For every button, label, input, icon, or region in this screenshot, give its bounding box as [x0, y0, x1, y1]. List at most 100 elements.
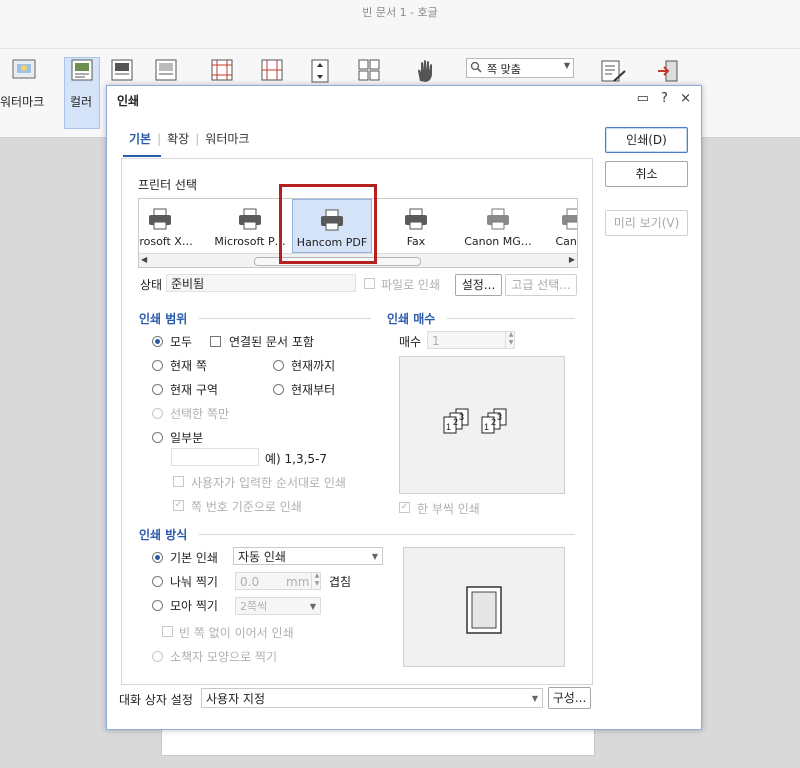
print-dialog: 인쇄 ▭ ? × 기본 | 확장 | 워터마크 인쇄(D) 취소 미리 보기(V) 프린… — [106, 85, 702, 730]
search-icon — [470, 61, 482, 76]
printer-name: Fax — [406, 235, 426, 248]
menu-icon[interactable]: ▭ — [637, 91, 649, 106]
print-to-file-label: 파일로 인쇄 — [381, 278, 441, 292]
printer-item[interactable]: Fax — [377, 199, 455, 253]
continuous-checkbox[interactable] — [162, 626, 173, 637]
overlap-label: 겹침 — [329, 575, 352, 589]
chevron-down-icon: ▼ — [563, 61, 570, 70]
printer-section-label: 프린터 선택 — [138, 178, 198, 192]
copies-input[interactable]: 1 — [427, 331, 515, 349]
color-label[interactable]: 컬러 — [70, 93, 92, 110]
printer-icon — [534, 207, 577, 234]
app-title: 빈 문서 1 - 호글 — [362, 6, 438, 19]
configure-button[interactable]: 구성... — [548, 687, 591, 709]
svg-text:1: 1 — [446, 422, 451, 432]
printer-item[interactable]: Canon — [534, 199, 577, 253]
current-section-radio[interactable] — [152, 384, 163, 395]
current-section-label: 현재 구역 — [170, 383, 218, 397]
svg-text:3: 3 — [459, 412, 464, 422]
booklet-label: 소책자 모양으로 찍기 — [170, 650, 277, 664]
multi-page-icon[interactable] — [358, 59, 380, 84]
range-section-title: 인쇄 범위 — [139, 312, 188, 326]
single-page-icon — [466, 586, 502, 637]
from-current-radio[interactable] — [273, 384, 284, 395]
until-current-radio[interactable] — [273, 360, 284, 371]
gather-select[interactable]: 2쪽씩 ▼ — [235, 597, 321, 615]
section-divider — [199, 318, 371, 319]
dialog-title: 인쇄 — [117, 94, 140, 108]
printer-name: licrosoft X… — [139, 235, 193, 248]
tab-watermark[interactable]: 워터마크 — [199, 130, 255, 147]
basic-print-select[interactable]: 자동 인쇄 ▼ — [233, 547, 383, 565]
copies-preview: 123 123 — [399, 356, 565, 494]
printer-item[interactable]: Canon MG… — [459, 199, 537, 253]
printer-item[interactable]: Microsoft P… — [211, 199, 289, 253]
watermark-icon[interactable] — [12, 59, 36, 84]
selected-pages-label: 선택한 쪽만 — [170, 407, 230, 421]
grayscale-icon[interactable] — [110, 59, 134, 84]
user-order-checkbox[interactable] — [173, 476, 184, 487]
print-button[interactable]: 인쇄(D) — [605, 127, 688, 153]
continuous-label: 빈 쪽 없이 이어서 인쇄 — [179, 626, 294, 640]
dialog-settings-select[interactable]: 사용자 지정 ▼ — [201, 688, 543, 708]
partial-range-input[interactable] — [171, 448, 259, 466]
range-all-radio[interactable] — [152, 336, 163, 347]
cancel-button[interactable]: 취소 — [605, 161, 688, 187]
chevron-right-icon[interactable]: ▶ — [569, 255, 575, 264]
settings-button[interactable]: 설정... — [455, 274, 502, 296]
basic-print-radio[interactable] — [152, 552, 163, 563]
tab-extended[interactable]: 확장 — [161, 130, 195, 147]
color-icon[interactable] — [70, 59, 94, 84]
svg-text:3: 3 — [497, 412, 502, 422]
dialog-settings-value: 사용자 지정 — [206, 692, 266, 706]
current-page-radio[interactable] — [152, 360, 163, 371]
selected-pages-radio[interactable] — [152, 408, 163, 419]
gather-print-label: 모아 찍기 — [170, 599, 218, 613]
active-tab-indicator — [123, 155, 161, 157]
user-order-label: 사용자가 입력한 순서대로 인쇄 — [191, 476, 346, 490]
page-number-basis-checkbox[interactable]: ✓ — [173, 500, 184, 511]
split-value-input[interactable]: 0.0 mm — [235, 572, 321, 590]
page-height-icon[interactable] — [310, 59, 330, 86]
chevron-down-icon: ▼ — [371, 552, 378, 561]
gather-print-radio[interactable] — [152, 600, 163, 611]
partial-radio[interactable] — [152, 432, 163, 443]
watermark-label[interactable]: 워터마크 — [0, 93, 44, 110]
tab-basic[interactable]: 기본 — [123, 130, 157, 147]
method-preview — [403, 547, 565, 667]
printer-icon — [211, 207, 289, 234]
advanced-button[interactable]: 고급 선택... — [505, 274, 577, 296]
edit-paper-icon[interactable] — [260, 59, 284, 84]
split-spinner[interactable]: ▲ ▼ — [311, 572, 322, 590]
chevron-left-icon[interactable]: ◀ — [141, 255, 147, 264]
printer-item[interactable]: licrosoft X… — [139, 199, 199, 253]
help-icon[interactable]: ? — [661, 91, 668, 106]
highlight-box — [279, 184, 377, 264]
edit-document-icon[interactable] — [600, 59, 626, 86]
linked-docs-checkbox[interactable] — [210, 336, 221, 347]
basic-print-label: 기본 인쇄 — [170, 551, 218, 565]
current-page-label: 현재 쪽 — [170, 359, 207, 373]
dialog-controls: ▭ ? × — [629, 91, 691, 106]
svg-text:2: 2 — [491, 417, 496, 427]
black-white-icon[interactable] — [154, 59, 178, 84]
section-divider — [447, 318, 575, 319]
svg-text:1: 1 — [484, 422, 489, 432]
exit-icon[interactable] — [656, 59, 680, 86]
copies-spinner[interactable]: ▲ ▼ — [505, 331, 516, 349]
collate-label: 한 부씩 인쇄 — [417, 502, 480, 516]
gather-value: 2쪽씩 — [240, 600, 268, 613]
page-margin-icon[interactable] — [210, 59, 234, 84]
until-current-label: 현재까지 — [291, 359, 336, 373]
close-icon[interactable]: × — [680, 91, 691, 106]
booklet-radio[interactable] — [152, 651, 163, 662]
method-section-title: 인쇄 방식 — [139, 528, 188, 542]
zoom-combo[interactable]: 쪽 맞춤 ▼ — [466, 58, 574, 78]
partial-label: 일부분 — [170, 431, 204, 445]
print-to-file-checkbox[interactable] — [364, 278, 375, 289]
chevron-down-icon: ▼ — [309, 602, 316, 611]
collate-checkbox[interactable]: ✓ — [399, 502, 410, 513]
hand-tool-icon[interactable] — [414, 59, 436, 86]
split-print-radio[interactable] — [152, 576, 163, 587]
preview-button[interactable]: 미리 보기(V) — [605, 210, 688, 236]
